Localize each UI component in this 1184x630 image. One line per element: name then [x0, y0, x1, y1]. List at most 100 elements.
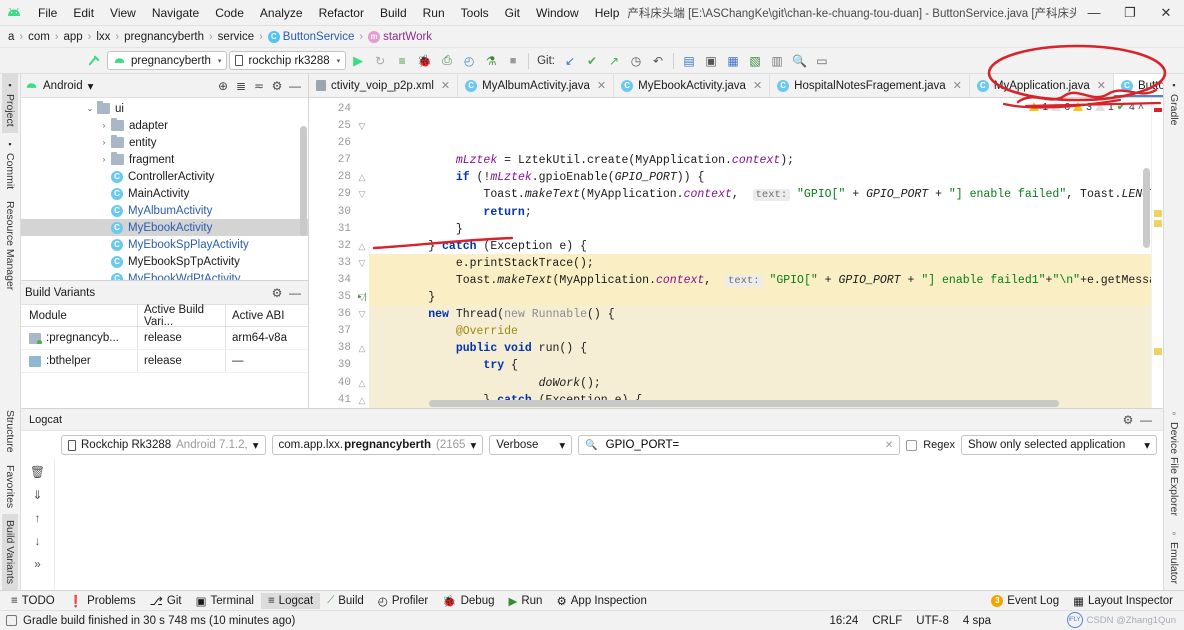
status-indent[interactable]: 4 spa — [956, 615, 998, 627]
bottom-tab-terminal[interactable]: ▣ Terminal — [189, 592, 261, 610]
menu-item-tools[interactable]: Tools — [453, 3, 497, 23]
attach-debugger-button[interactable]: ⎙ — [437, 51, 457, 71]
clear-logcat-icon[interactable]: 🗑 — [30, 465, 45, 479]
breadcrumb-item-buttonservice[interactable]: C ButtonService — [264, 30, 359, 44]
rail-tab-build-variants[interactable]: Build Variants — [2, 513, 18, 590]
rail-tab-structure[interactable]: Structure — [2, 404, 18, 459]
breadcrumb-item-app[interactable]: app — [59, 30, 86, 44]
bottom-tab-run[interactable]: ▶ Run — [501, 592, 549, 610]
run-gutter-icon[interactable]: ▸| — [357, 289, 368, 306]
marker-warning[interactable] — [1154, 210, 1162, 217]
code-line[interactable]: Toast.makeText(MyApplication.context, te… — [369, 186, 1151, 203]
up-stack-icon[interactable]: ↑ — [35, 511, 41, 525]
twisty-icon[interactable]: › — [97, 138, 111, 147]
code-line[interactable]: try { — [369, 357, 1151, 375]
project-tree[interactable]: ⌄ ui › adapter › entity › fragment C Con… — [21, 98, 308, 280]
code-line[interactable]: return; — [369, 204, 1151, 221]
expand-all-icon[interactable]: ≣ — [232, 77, 250, 95]
tree-node-myebookactivity[interactable]: C MyEbookActivity — [21, 219, 308, 236]
code-folding-gutter[interactable]: ▽ △ ▽ △ ▽ ▽ ▽ △ △ △ — [355, 98, 369, 408]
git-update-button[interactable]: ↙ — [560, 51, 580, 71]
bottom-tab-app-inspection[interactable]: ⚙ App Inspection — [549, 592, 653, 610]
bottom-tab-build[interactable]: ⟋ Build — [320, 593, 371, 609]
editor-marker-bar[interactable] — [1151, 98, 1163, 408]
logcat-device-selector[interactable]: Rockchip Rk3288 Android 7.1.2, ▾ — [61, 435, 266, 455]
code-line[interactable]: } — [369, 221, 1151, 238]
minimize-button[interactable]: — — [1076, 0, 1112, 26]
editor-tab-myapplication[interactable]: C MyApplication.java ✕ — [970, 74, 1114, 97]
rail-tab-favorites[interactable]: Favorites — [2, 459, 18, 514]
menu-item-navigate[interactable]: Navigate — [144, 3, 207, 23]
code-line[interactable]: Toast.makeText(MyApplication.context, te… — [369, 272, 1151, 289]
collapse-all-icon[interactable]: ≂ — [250, 77, 268, 95]
tree-node-entity[interactable]: › entity — [21, 134, 308, 151]
event-log-button[interactable]: 3 Event Log — [984, 593, 1066, 609]
marker-warning[interactable] — [1154, 348, 1162, 355]
breadcrumb-item-startwork[interactable]: m startWork — [364, 30, 436, 44]
menu-item-edit[interactable]: Edit — [65, 3, 102, 23]
bottom-tab-logcat[interactable]: ≡ Logcat — [260, 592, 321, 609]
fold-marker[interactable] — [355, 357, 369, 374]
marker-error[interactable] — [1154, 108, 1162, 112]
fold-marker[interactable] — [355, 135, 369, 152]
menu-item-analyze[interactable]: Analyze — [252, 3, 311, 23]
menu-item-git[interactable]: Git — [497, 3, 528, 23]
breadcrumb-item-a[interactable]: a — [4, 30, 18, 44]
close-tab-icon[interactable]: ✕ — [953, 79, 962, 92]
breadcrumb-item-pregnancyberth[interactable]: pregnancyberth — [120, 30, 208, 44]
logcat-search-box[interactable]: 🔍 ✕ — [578, 435, 901, 455]
tree-node-mainactivity[interactable]: C MainActivity — [21, 185, 308, 202]
twisty-icon[interactable]: › — [97, 155, 111, 164]
table-row[interactable]: :bthelper release — — [21, 350, 308, 373]
menu-item-run[interactable]: Run — [415, 3, 453, 23]
logcat-hide-icon[interactable]: — — [1137, 411, 1155, 429]
code-line[interactable]: doWork(); — [369, 374, 1151, 392]
breadcrumb-item-com[interactable]: com — [24, 30, 54, 44]
clear-search-icon[interactable]: ✕ — [885, 440, 893, 451]
logcat-filter-selector[interactable]: Show only selected application ▾ — [961, 435, 1157, 455]
code-line[interactable]: new Thread(new Runnable() { — [369, 306, 1151, 324]
line-number-with-run-marker[interactable]: 35 ▸| — [309, 289, 368, 306]
more-options-icon[interactable]: » — [34, 557, 41, 571]
fold-marker[interactable] — [355, 101, 369, 118]
code-text-area[interactable]: mLztek = LztekUtil.create(MyApplication.… — [369, 98, 1151, 408]
code-line[interactable]: } catch (Exception e) { — [369, 238, 1151, 255]
marker-warning[interactable] — [1154, 220, 1162, 227]
locate-file-icon[interactable]: ⊕ — [214, 77, 232, 95]
bottom-tab-debug[interactable]: 🐞 Debug — [435, 592, 501, 610]
bottom-tab-git[interactable]: ⎇ Git — [143, 592, 189, 610]
editor-vertical-scrollbar[interactable] — [1143, 168, 1150, 248]
device-manager-button[interactable]: ▦ — [723, 51, 743, 71]
search-everywhere-icon[interactable]: 🔍 — [789, 51, 810, 71]
profile-button[interactable]: ▥ — [767, 51, 787, 71]
build-hammer-icon[interactable] — [84, 51, 105, 71]
breadcrumb-item-service[interactable]: service — [214, 30, 258, 44]
device-selector[interactable]: rockchip rk3288 ▾ — [229, 51, 347, 70]
abi-cell[interactable]: arm64-v8a — [225, 327, 308, 349]
rail-tab-resource-manager[interactable]: Resource Manager — [2, 195, 18, 296]
fold-marker[interactable]: △ — [355, 375, 369, 392]
twisty-icon[interactable]: › — [97, 121, 111, 130]
fold-marker[interactable]: ▽ — [355, 186, 369, 203]
bottom-tab-profiler[interactable]: ◴ Profiler — [371, 592, 435, 610]
user-account-icon[interactable]: ▭ — [812, 51, 832, 71]
breadcrumb-item-lxx[interactable]: lxx — [92, 30, 114, 44]
menu-item-window[interactable]: Window — [528, 3, 587, 23]
project-settings-icon[interactable]: ⚙ — [268, 77, 286, 95]
fold-marker[interactable]: ▽ — [355, 255, 369, 272]
close-tab-icon[interactable]: ✕ — [441, 79, 450, 92]
twisty-icon[interactable]: ⌄ — [83, 104, 97, 113]
debug-button[interactable]: 🐞 — [414, 51, 435, 71]
tree-node-ui[interactable]: ⌄ ui — [21, 100, 308, 117]
close-tab-icon[interactable]: ✕ — [753, 79, 762, 92]
column-header-active-abi[interactable]: Active ABI — [225, 305, 308, 326]
scroll-to-end-icon[interactable]: ⇓ — [32, 488, 42, 502]
tree-node-adapter[interactable]: › adapter — [21, 117, 308, 134]
editor-tab-myalbumactivity[interactable]: C MyAlbumActivity.java ✕ — [458, 74, 615, 97]
regex-checkbox[interactable] — [906, 439, 918, 451]
run-configuration-selector[interactable]: pregnancyberth ▾ — [107, 51, 228, 70]
profiler-button[interactable]: ◴ — [459, 51, 479, 71]
abi-cell[interactable]: — — [225, 350, 308, 372]
layout-inspector-button[interactable]: ▦ Layout Inspector — [1066, 592, 1180, 610]
fold-marker[interactable]: △ — [355, 392, 369, 408]
